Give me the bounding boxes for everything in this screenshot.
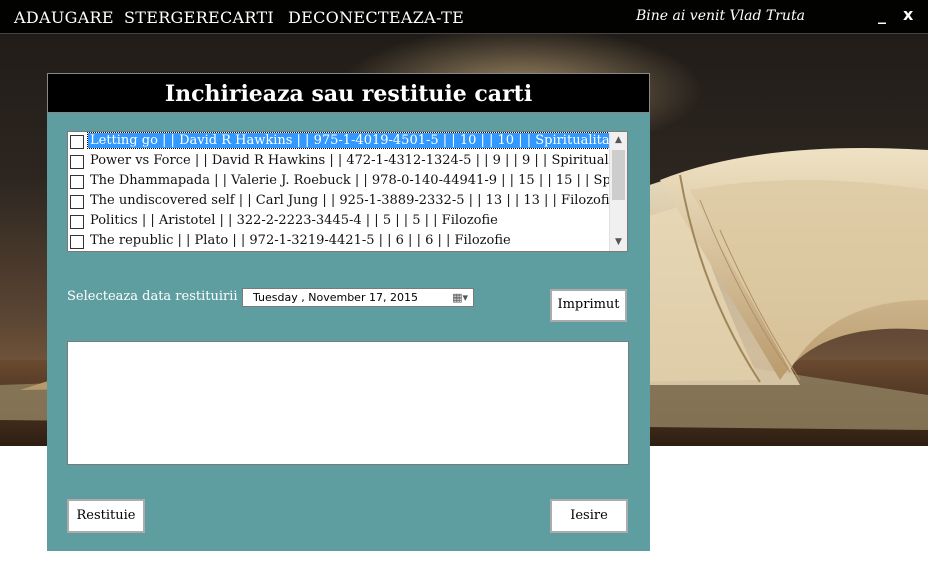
- checkbox[interactable]: [70, 155, 84, 169]
- list-item-label: The republic | | Plato | | 972-1-3219-44…: [90, 233, 511, 248]
- scroll-thumb[interactable]: [612, 150, 625, 200]
- checkbox[interactable]: [70, 135, 84, 149]
- checkbox[interactable]: [70, 215, 84, 229]
- list-item[interactable]: Letting go | | David R Hawkins | | 975-1…: [70, 132, 610, 152]
- calendar-dropdown-icon[interactable]: ▦▾: [452, 291, 468, 304]
- list-item-label: The Dhammapada | | Valerie J. Roebuck | …: [90, 173, 610, 188]
- return-button[interactable]: Restituie: [67, 499, 145, 533]
- menu-adaugare[interactable]: ADAUGARE: [14, 8, 114, 27]
- list-item[interactable]: The Dhammapada | | Valerie J. Roebuck | …: [70, 172, 610, 192]
- checkbox[interactable]: [70, 195, 84, 209]
- list-item-label: Power vs Force | | David R Hawkins | | 4…: [90, 153, 610, 168]
- list-item[interactable]: The undiscovered self | | Carl Jung | | …: [70, 192, 610, 212]
- menu-carti[interactable]: CARTI: [220, 8, 274, 27]
- panel-header: Inchirieaza sau restituie carti: [47, 73, 650, 113]
- menu-deconecteaza[interactable]: DECONECTEAZA-TE: [288, 8, 464, 27]
- welcome-message: Bine ai venit Vlad Truta: [636, 8, 805, 24]
- exit-button[interactable]: Iesire: [550, 499, 628, 533]
- books-checklist[interactable]: Letting go | | David R Hawkins | | 975-1…: [67, 131, 628, 252]
- list-item[interactable]: Power vs Force | | David R Hawkins | | 4…: [70, 152, 610, 172]
- list-item-label: The undiscovered self | | Carl Jung | | …: [90, 193, 610, 208]
- list-item-label: Politics | | Aristotel | | 322-2-2223-34…: [90, 213, 498, 228]
- checkbox[interactable]: [70, 235, 84, 249]
- output-textbox[interactable]: [67, 341, 629, 465]
- list-item[interactable]: Politics | | Aristotel | | 322-2-2223-34…: [70, 212, 610, 232]
- panel-title: Inchirieaza sau restituie carti: [164, 81, 533, 107]
- list-item-label: Letting go | | David R Hawkins | | 975-1…: [87, 132, 610, 149]
- menu-stergere[interactable]: STERGERE: [124, 8, 220, 27]
- top-menu-bar: ADAUGARE STERGERE CARTI DECONECTEAZA-TE …: [0, 0, 928, 34]
- date-value: Tuesday , November 17, 2015: [253, 291, 418, 304]
- print-button[interactable]: Imprimut: [550, 289, 627, 322]
- return-date-label: Selecteaza data restituirii: [67, 289, 238, 304]
- scroll-up-arrow-icon[interactable]: ▲: [610, 132, 627, 149]
- list-item[interactable]: The republic | | Plato | | 972-1-3219-44…: [70, 232, 610, 251]
- close-button[interactable]: x: [903, 5, 913, 24]
- checkbox[interactable]: [70, 175, 84, 189]
- return-date-picker[interactable]: Tuesday , November 17, 2015 ▦▾: [242, 288, 474, 307]
- rent-return-panel: Inchirieaza sau restituie carti Letting …: [47, 73, 650, 551]
- minimize-button[interactable]: _: [878, 5, 886, 24]
- scroll-down-arrow-icon[interactable]: ▼: [610, 234, 627, 251]
- list-scrollbar[interactable]: ▲ ▼: [609, 132, 627, 251]
